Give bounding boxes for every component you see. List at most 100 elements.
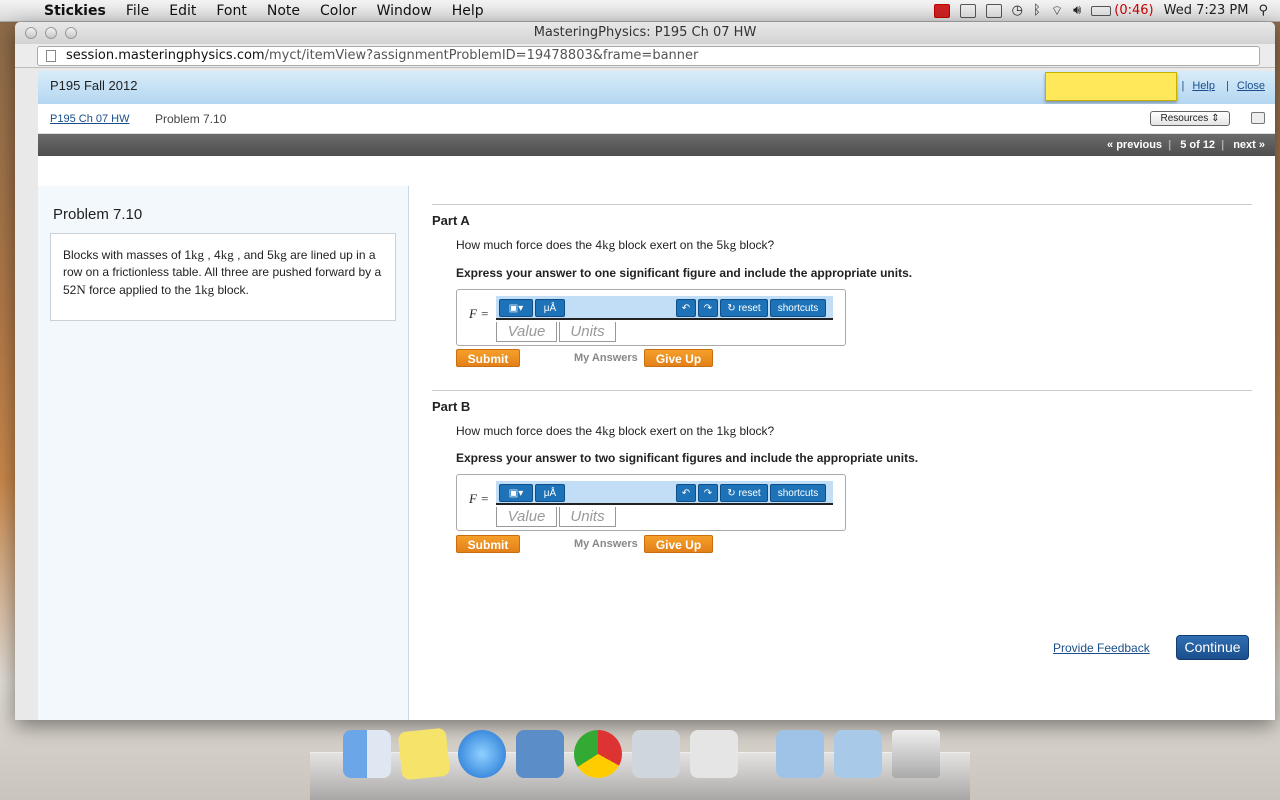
close-link[interactable]: Close [1237, 80, 1265, 92]
part-b-title: Part B [432, 399, 471, 414]
finder-icon[interactable] [343, 730, 391, 778]
problem-position: 5 of 12 [1180, 139, 1216, 151]
problem-text: force applied to the 1 [85, 283, 202, 297]
part-a-title: Part A [432, 213, 470, 228]
spotlight-icon[interactable]: ⚲ [1258, 3, 1268, 18]
units-button-label: μÅ [543, 488, 557, 499]
print-icon[interactable] [1251, 112, 1265, 124]
breadcrumb-current: Problem 7.10 [155, 112, 227, 126]
resources-label: Resources [1160, 113, 1209, 124]
reset-button[interactable]: ↻ reset [720, 484, 768, 502]
volume-icon[interactable]: 🔊︎ [1073, 3, 1081, 18]
give-up-button[interactable]: Give Up [644, 349, 713, 367]
shield-icon[interactable] [933, 3, 950, 18]
grid-icon[interactable] [959, 3, 976, 18]
units-button[interactable]: μÅ [535, 299, 565, 317]
question-text: How much force does the 4 [456, 424, 603, 438]
menu-color[interactable]: Color [310, 3, 367, 19]
problem-statement: Blocks with masses of 1kg , 4kg , and 5k… [50, 233, 396, 321]
trash-icon[interactable] [892, 730, 940, 778]
unit: N [76, 282, 86, 297]
previous-link[interactable]: « previous [1107, 139, 1162, 151]
page-icon [46, 50, 56, 62]
shortcuts-label: shortcuts [777, 488, 819, 499]
part-a-question: How much force does the 4kg block exert … [456, 237, 774, 253]
web-page: P195 Fall 2012 | Help | Close P195 Ch 07 H… [38, 71, 1275, 720]
submit-button[interactable]: Submit [456, 535, 520, 553]
close-window-icon[interactable] [25, 27, 37, 39]
battery-icon[interactable]: (0:46) [1091, 3, 1154, 18]
address-bar[interactable]: session.masteringphysics.com/myct/itemVi… [37, 46, 1260, 66]
submit-button[interactable]: Submit [456, 349, 520, 367]
part-b-instruction: Express your answer to two significant f… [456, 451, 919, 465]
bluetooth-icon[interactable]: ᛒ [1033, 3, 1041, 18]
problem-title: Problem 7.10 [53, 206, 143, 223]
wifi-icon[interactable]: ⌔ [1051, 3, 1063, 19]
itunes-icon[interactable] [458, 730, 506, 778]
force-label: F = [469, 306, 489, 321]
sticky-note[interactable] [1045, 72, 1177, 101]
menu-font[interactable]: Font [206, 3, 256, 19]
unit: kg [602, 237, 616, 252]
menu-bar: Stickies File Edit Font Note Color Windo… [0, 0, 1280, 22]
question-text: block? [736, 424, 775, 438]
part-b-answer-box: F = ▣▾ μÅ ↶ ↷ ↻ reset shortcuts Value Un… [456, 474, 846, 531]
display-icon[interactable] [985, 3, 1002, 18]
question-text: How much force does the 4 [456, 238, 603, 252]
templates-icon[interactable]: ▣▾ [499, 299, 533, 317]
units-input[interactable]: Units [559, 507, 616, 527]
breadcrumb: P195 Ch 07 HW Problem 7.10 Resources ⇕ [38, 104, 1275, 134]
redo-icon[interactable]: ↷ [698, 299, 718, 317]
undo-icon[interactable]: ↶ [676, 484, 696, 502]
help-link[interactable]: Help [1192, 80, 1215, 92]
menu-window[interactable]: Window [367, 3, 442, 19]
applications-folder-icon[interactable] [776, 730, 824, 778]
force-label: F = [469, 491, 489, 506]
part-a-instruction: Express your answer to one significant f… [456, 266, 913, 280]
problem-nav-bar: « previous | 5 of 12 | next » [38, 134, 1275, 156]
templates-icon[interactable]: ▣▾ [499, 484, 533, 502]
part-a: Part A How much force does the 4kg block… [432, 204, 1252, 384]
url-path: /myct/itemView?assignmentProblemID=19478… [264, 48, 699, 63]
value-input[interactable]: Value [496, 507, 557, 527]
units-button[interactable]: μÅ [535, 484, 565, 502]
breadcrumb-assignment-link[interactable]: P195 Ch 07 HW [50, 104, 129, 134]
minimize-window-icon[interactable] [45, 27, 57, 39]
continue-button[interactable]: Continue [1176, 635, 1249, 660]
menu-edit[interactable]: Edit [159, 3, 206, 19]
zoom-window-icon[interactable] [65, 27, 77, 39]
next-link[interactable]: next » [1233, 139, 1265, 151]
resources-select[interactable]: Resources ⇕ [1150, 111, 1230, 126]
part-b: Part B How much force does the 4 kg block… [432, 390, 1252, 570]
menu-note[interactable]: Note [257, 3, 310, 19]
shortcuts-button[interactable]: shortcuts [770, 299, 826, 317]
value-input[interactable]: Value [496, 322, 557, 342]
menu-app[interactable]: Stickies [34, 3, 116, 19]
unit: kg [723, 423, 737, 438]
dvd-player-icon[interactable] [690, 730, 738, 778]
undo-icon[interactable]: ↶ [676, 299, 696, 317]
iphoto-icon[interactable] [632, 730, 680, 778]
course-bar: P195 Fall 2012 | Help | Close [38, 71, 1275, 104]
time-machine-icon[interactable]: ◷ [1012, 3, 1023, 18]
menu-file[interactable]: File [116, 3, 159, 19]
question-text: block exert on the 5 [615, 238, 724, 252]
problem-text: , 4 [204, 248, 221, 262]
shortcuts-button[interactable]: shortcuts [770, 484, 826, 502]
stickies-icon[interactable] [397, 727, 451, 781]
eagle-app-icon[interactable] [516, 730, 564, 778]
reset-button[interactable]: ↻ reset [720, 299, 768, 317]
my-answers-link[interactable]: My Answers [574, 538, 638, 550]
clock[interactable]: Wed 7:23 PM [1164, 3, 1249, 18]
answer-area: Part A How much force does the 4kg block… [432, 186, 1252, 720]
give-up-button[interactable]: Give Up [644, 535, 713, 553]
menu-help[interactable]: Help [442, 3, 494, 19]
my-answers-link[interactable]: My Answers [574, 352, 638, 364]
window-titlebar: MasteringPhysics: P195 Ch 07 HW [15, 22, 1275, 44]
redo-icon[interactable]: ↷ [698, 484, 718, 502]
units-input[interactable]: Units [559, 322, 616, 342]
chrome-icon[interactable] [574, 730, 622, 778]
provide-feedback-link[interactable]: Provide Feedback [1053, 641, 1150, 655]
math-toolbar: ▣▾ μÅ ↶ ↷ ↻ reset shortcuts [496, 296, 833, 320]
documents-folder-icon[interactable] [834, 730, 882, 778]
